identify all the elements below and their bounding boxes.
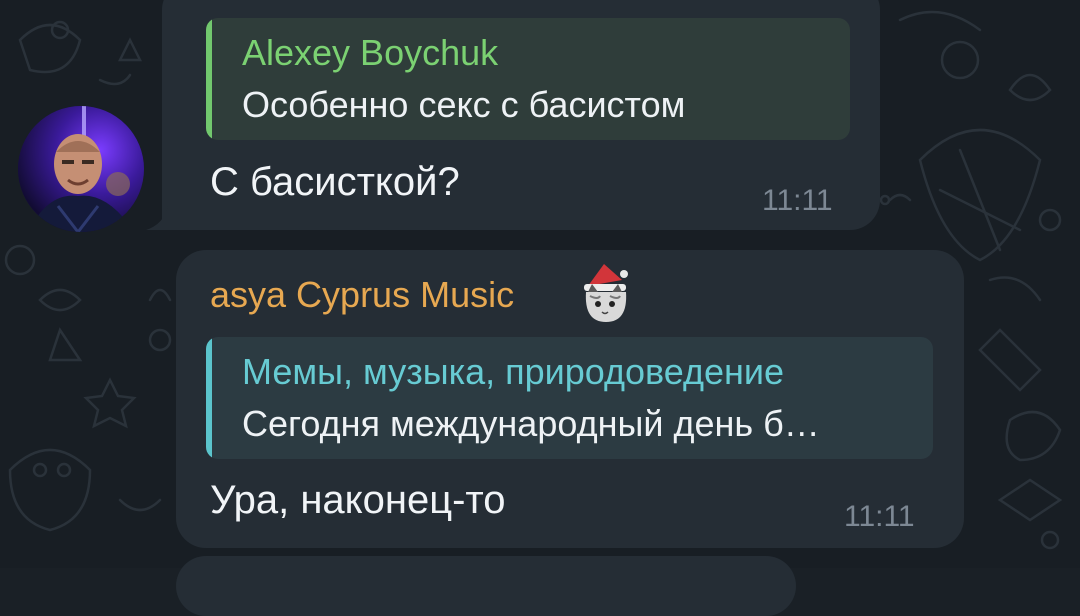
reply-text: Особенно секс с басистом — [242, 84, 686, 125]
message-text: С басисткой? — [210, 160, 460, 204]
user-avatar-icon — [18, 106, 144, 232]
message-bubble-partial[interactable] — [176, 556, 796, 616]
sender-name[interactable]: asya Cyprus Music — [210, 274, 514, 316]
reply-bar — [206, 18, 212, 140]
reply-bar — [206, 337, 212, 459]
reply-author: Alexey Boychuk — [242, 32, 499, 73]
reply-quote[interactable]: Мемы, музыка, природоведение Сегодня меж… — [206, 337, 933, 459]
reply-quote[interactable]: Alexey Boychuk Особенно секс с басистом — [206, 18, 850, 140]
avatar[interactable] — [18, 106, 144, 232]
cat-santa-hat-icon — [584, 264, 628, 322]
message-text: Ура, наконец-то — [210, 478, 506, 522]
reply-text: Сегодня международный день б… — [242, 403, 820, 444]
bubble-tail — [146, 206, 176, 230]
message-time: 11:11 — [762, 184, 833, 217]
message-time: 11:11 — [844, 500, 915, 533]
reply-author: Мемы, музыка, природоведение — [242, 351, 785, 392]
